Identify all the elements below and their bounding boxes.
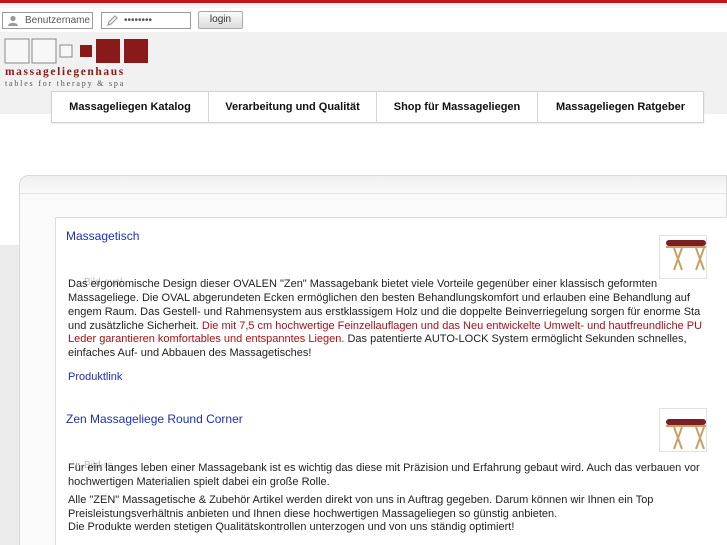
- article-text-line: hochwertigen Materialien spielt dabei ei…: [68, 476, 330, 488]
- nav-item-verarbeitung[interactable]: Verarbeitung und Qualität: [209, 92, 377, 122]
- nav-item-shop[interactable]: Shop für Massageliegen: [377, 92, 538, 122]
- pen-icon: [107, 15, 118, 26]
- nav-item-ratgeber[interactable]: Massageliegen Ratgeber: [538, 92, 703, 122]
- article-text-line: und zusätzliche Sicherheit. Die mit 7,5 …: [68, 320, 702, 334]
- main-navigation: Massageliegen Katalog Verarbeitung und Q…: [51, 91, 704, 123]
- massage-table-image: [666, 419, 706, 450]
- logo-title: massageliegenhaus: [5, 66, 125, 78]
- article-text-segment: und zusätzliche Sicherheit.: [68, 320, 202, 332]
- highlight-text: Leder garantieren komfortables und entsp…: [68, 333, 345, 345]
- article-text-segment: Das patentierte AUTO-LOCK System ermögli…: [344, 333, 687, 345]
- article-text-line: Preisleistungsverhältnis anbieten und Ih…: [68, 508, 558, 520]
- article-text-line: Für ein langes leben einer Massagebank i…: [68, 462, 700, 474]
- username-input[interactable]: Benutzername: [2, 12, 93, 29]
- password-input[interactable]: ••••••••: [101, 12, 191, 29]
- product-image-oval[interactable]: [659, 235, 707, 279]
- article-text-line: Die Produkte werden stetigen Qualitätsko…: [68, 521, 515, 533]
- product-link[interactable]: Produktlink: [68, 371, 122, 383]
- article-text-line: Leder garantieren komfortables und entsp…: [68, 333, 687, 347]
- article-text-line: einfaches Auf- und Abbauen des Massageti…: [68, 347, 312, 359]
- panel-header: [20, 176, 726, 194]
- logo-squares: [4, 38, 148, 64]
- article-title-zen-round-corner[interactable]: Zen Massageliege Round Corner: [66, 412, 243, 426]
- username-placeholder: Benutzername: [25, 15, 91, 26]
- logo-subtitle: tables for therapy & spa: [5, 79, 126, 88]
- product-image-rc[interactable]: [659, 408, 707, 452]
- article-text-line: engem Raum. Das Gestell- und Rahmensyste…: [68, 306, 701, 318]
- user-icon: [8, 15, 18, 26]
- login-button[interactable]: login: [198, 11, 243, 29]
- highlight-text: Die mit 7,5 cm hochwertige Feinzellaufla…: [201, 320, 703, 332]
- article-text-line: Massageliege. Die OVAL abgerundeten Ecke…: [68, 292, 690, 304]
- nav-item-katalog[interactable]: Massageliegen Katalog: [52, 92, 209, 122]
- article-text-line: Alle "ZEN" Massagetische & Zubehör Artik…: [68, 494, 654, 506]
- article-title-massagetisch[interactable]: Massagetisch: [66, 229, 139, 243]
- article-text-line: Das ergonomische Design dieser OVALEN "Z…: [68, 278, 658, 290]
- password-value: ••••••••: [124, 15, 153, 26]
- massage-table-image: [666, 240, 706, 271]
